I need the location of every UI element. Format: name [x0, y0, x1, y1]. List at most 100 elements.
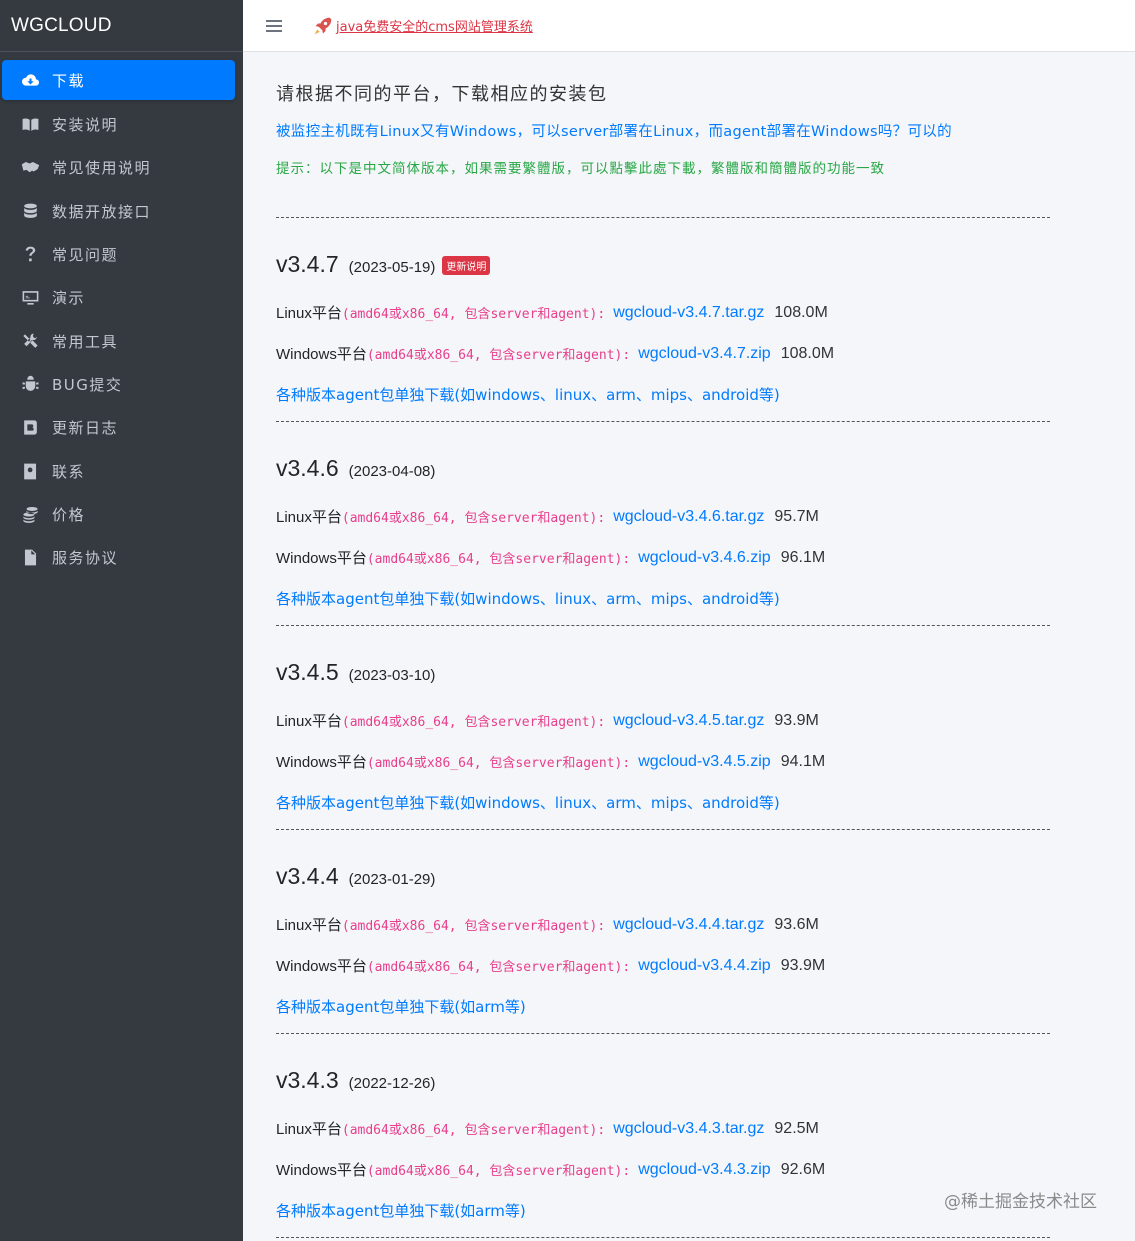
file-size: 93.9M: [780, 956, 826, 974]
agent-download-link[interactable]: 各种版本agent包单独下载(如windows、linux、arm、mips、a…: [276, 792, 780, 813]
agent-download-link[interactable]: 各种版本agent包单独下载(如arm等): [276, 1200, 526, 1221]
sidebar-item-label: 安装说明: [52, 116, 119, 135]
changelog-badge[interactable]: 更新说明: [442, 256, 491, 275]
linux-download-row: Linux平台 (amd64或x86_64, 包含server和agent): …: [276, 302, 828, 323]
file-icon: [20, 548, 40, 568]
bug-icon: [20, 374, 40, 394]
linux-download-row: Linux平台 (amd64或x86_64, 包含server和agent): …: [276, 914, 819, 935]
book-icon: [20, 115, 40, 135]
platform-label: Linux平台: [276, 917, 342, 934]
windows-download-link[interactable]: wgcloud-v3.4.5.zip: [638, 753, 771, 771]
platform-label: Linux平台: [276, 509, 342, 526]
sidebar-item-demo[interactable]: 演示: [0, 276, 235, 319]
sidebar-item-label: 常见使用说明: [52, 159, 152, 178]
sidebar-item-label: 服务协议: [52, 549, 119, 568]
windows-download-row: Windows平台 (amd64或x86_64, 包含server和agent)…: [276, 343, 834, 364]
brand-text[interactable]: WGCLOUD: [11, 15, 112, 37]
faq-link[interactable]: 被监控主机既有Linux又有Windows，可以server部署在Linux，而…: [276, 120, 1135, 141]
sidebar-item-label: 常用工具: [52, 332, 119, 351]
cms-promo-link[interactable]: java免费安全的cms网站管理系统: [313, 16, 533, 36]
traditional-tip-link[interactable]: 提示：以下是中文简体版本，如果需要繁體版，可以點擊此處下載，繁體版和簡體版的功能…: [276, 157, 1135, 177]
version-heading: v3.4.4 (2023-01-29): [276, 863, 435, 890]
file-size: 95.7M: [774, 507, 819, 525]
divider: [276, 1237, 1050, 1238]
release-date: (2022-12-26): [348, 1075, 436, 1092]
sidebar-item-download[interactable]: 下载: [2, 60, 235, 100]
file-size: 96.1M: [780, 548, 826, 566]
sidebar-item-label: 下载: [52, 71, 86, 90]
platform-label: Windows平台: [276, 550, 367, 567]
page-lead: 请根据不同的平台，下载相应的安装包: [276, 84, 608, 105]
arch-note: (amd64或x86_64, 包含server和agent):: [366, 552, 631, 567]
sidebar-item-label: 数据开放接口: [52, 202, 152, 221]
sidebar-item-install[interactable]: 安装说明: [0, 103, 235, 146]
arch-note: (amd64或x86_64, 包含server和agent):: [366, 960, 631, 975]
hamburger-icon[interactable]: [243, 19, 303, 33]
main-content: 请根据不同的平台，下载相应的安装包 被监控主机既有Linux又有Windows，…: [243, 53, 1135, 1241]
file-size: 93.9M: [774, 711, 819, 729]
sidebar-item-price[interactable]: 价格: [0, 493, 235, 536]
windows-download-row: Windows平台 (amd64或x86_64, 包含server和agent)…: [276, 955, 825, 976]
cms-promo-text[interactable]: java免费安全的cms网站管理系统: [336, 16, 533, 35]
rocket-icon: [313, 16, 333, 36]
release-block: v3.4.6 (2023-04-08) Linux平台 (amd64或x86_6…: [276, 422, 1135, 625]
linux-download-row: Linux平台 (amd64或x86_64, 包含server和agent): …: [276, 1118, 819, 1139]
windows-download-row: Windows平台 (amd64或x86_64, 包含server和agent)…: [276, 751, 825, 772]
sidebar-item-tools[interactable]: 常用工具: [0, 319, 235, 362]
sidebar-item-label: BUG提交: [52, 375, 123, 394]
release-date: (2023-01-29): [348, 871, 436, 888]
arch-note: (amd64或x86_64, 包含server和agent):: [341, 511, 606, 526]
file-size: 108.0M: [780, 344, 835, 362]
version-heading: v3.4.7 (2023-05-19) 更新说明: [276, 251, 491, 278]
version-number: v3.4.7: [276, 251, 339, 277]
question-icon: [20, 245, 40, 265]
windows-download-link[interactable]: wgcloud-v3.4.4.zip: [638, 957, 771, 975]
tools-icon: [20, 331, 40, 351]
file-size: 93.6M: [774, 915, 819, 933]
arch-note: (amd64或x86_64, 包含server和agent):: [341, 307, 606, 322]
blog-icon: [20, 418, 40, 438]
release-date: (2023-03-10): [348, 667, 436, 684]
linux-download-link[interactable]: wgcloud-v3.4.6.tar.gz: [613, 508, 764, 526]
windows-download-link[interactable]: wgcloud-v3.4.3.zip: [638, 1161, 771, 1179]
coins-icon: [20, 504, 40, 524]
sidebar-item-api[interactable]: 数据开放接口: [0, 190, 235, 233]
windows-download-row: Windows平台 (amd64或x86_64, 包含server和agent)…: [276, 1159, 825, 1180]
linux-download-link[interactable]: wgcloud-v3.4.7.tar.gz: [613, 304, 764, 322]
platform-label: Linux平台: [276, 1121, 342, 1138]
sidebar-item-contact[interactable]: 联系: [0, 449, 235, 492]
linux-download-link[interactable]: wgcloud-v3.4.4.tar.gz: [613, 916, 764, 934]
arch-note: (amd64或x86_64, 包含server和agent):: [366, 1164, 631, 1179]
sidebar-nav: 下载 安装说明 常见使用说明 数据开放接口 常见问题 演示 常用工具 BUG提交…: [0, 52, 243, 579]
database-icon: [20, 201, 40, 221]
version-number: v3.4.5: [276, 659, 339, 685]
version-heading: v3.4.5 (2023-03-10): [276, 659, 435, 686]
agent-download-link[interactable]: 各种版本agent包单独下载(如windows、linux、arm、mips、a…: [276, 384, 780, 405]
windows-download-link[interactable]: wgcloud-v3.4.6.zip: [638, 549, 771, 567]
sidebar-item-label: 演示: [52, 289, 86, 308]
release-block: v3.4.7 (2023-05-19) 更新说明 Linux平台 (amd64或…: [276, 218, 1135, 421]
platform-label: Windows平台: [276, 346, 367, 363]
agent-download-link[interactable]: 各种版本agent包单独下载(如windows、linux、arm、mips、a…: [276, 588, 780, 609]
release-block: v3.4.4 (2023-01-29) Linux平台 (amd64或x86_6…: [276, 830, 1135, 1033]
sidebar-item-label: 联系: [52, 462, 86, 481]
linux-download-link[interactable]: wgcloud-v3.4.5.tar.gz: [613, 712, 764, 730]
sidebar-item-usage[interactable]: 常见使用说明: [0, 146, 235, 189]
release-date: (2023-04-08): [348, 463, 436, 480]
windows-download-link[interactable]: wgcloud-v3.4.7.zip: [638, 345, 771, 363]
agent-download-link[interactable]: 各种版本agent包单独下载(如arm等): [276, 996, 526, 1017]
brand[interactable]: WGCLOUD: [0, 0, 243, 52]
arch-note: (amd64或x86_64, 包含server和agent):: [341, 919, 606, 934]
platform-label: Windows平台: [276, 1162, 367, 1179]
file-size: 92.6M: [780, 1160, 826, 1178]
sidebar-item-bug[interactable]: BUG提交: [0, 363, 235, 406]
sidebar-item-agreement[interactable]: 服务协议: [0, 536, 235, 579]
sidebar-item-changelog[interactable]: 更新日志: [0, 406, 235, 449]
arch-note: (amd64或x86_64, 包含server和agent):: [341, 715, 606, 730]
handshake-icon: [20, 158, 40, 178]
sidebar-item-label: 价格: [52, 505, 86, 524]
linux-download-link[interactable]: wgcloud-v3.4.3.tar.gz: [613, 1120, 764, 1138]
windows-download-row: Windows平台 (amd64或x86_64, 包含server和agent)…: [276, 547, 825, 568]
sidebar-item-faq[interactable]: 常见问题: [0, 233, 235, 276]
linux-download-row: Linux平台 (amd64或x86_64, 包含server和agent): …: [276, 710, 819, 731]
